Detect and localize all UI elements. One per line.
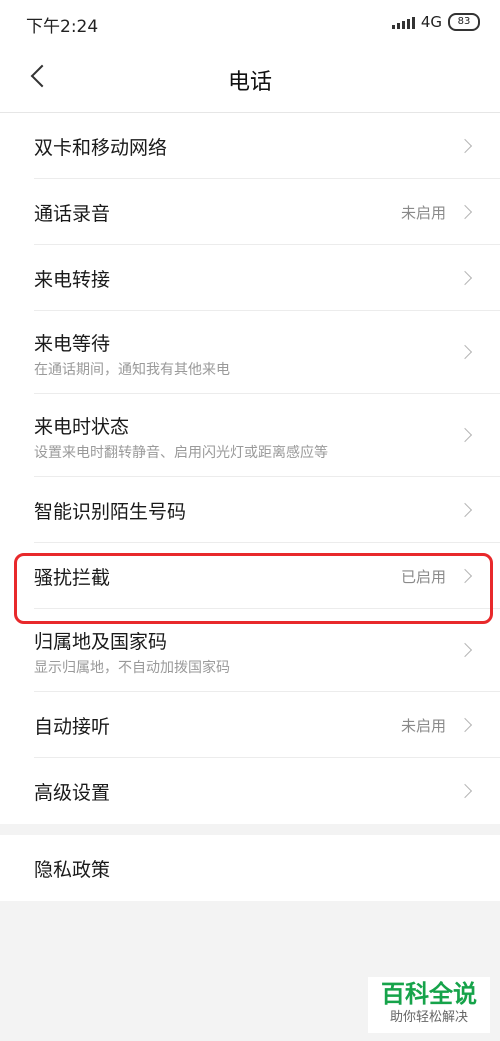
setting-label: 归属地及国家码 [34,631,168,653]
watermark: 百科全说 助你轻松解决 [368,977,490,1033]
setting-call-waiting[interactable]: 来电等待 在通话期间，通知我有其他来电 [0,311,500,394]
setting-call-forwarding[interactable]: 来电转接 [0,245,500,311]
chevron-right-icon [457,717,473,733]
setting-advanced[interactable]: 高级设置 [0,758,500,824]
battery-icon: 83 [448,13,480,31]
setting-call-recording[interactable]: 通话录音 未启用 [0,179,500,245]
chevron-right-icon [457,502,473,518]
privacy-policy-item[interactable]: 隐私政策 [0,835,500,901]
setting-label: 双卡和移动网络 [34,137,168,159]
setting-label: 高级设置 [34,782,111,804]
privacy-policy-label: 隐私政策 [34,859,111,881]
watermark-subtitle: 助你轻松解决 [389,1010,468,1025]
setting-smart-identify[interactable]: 智能识别陌生号码 [0,477,500,543]
setting-auto-answer[interactable]: 自动接听 未启用 [0,692,500,758]
setting-subtitle: 显示归属地，不自动加拨国家码 [34,660,230,676]
network-type: 4G [420,13,442,31]
setting-label: 智能识别陌生号码 [34,501,187,523]
setting-status: 未启用 [400,717,446,735]
settings-list: 双卡和移动网络 通话录音 未启用 来电转接 来电等待 在通话期间，通知我有其他来… [0,113,500,901]
watermark-title: 百科全说 [381,980,477,1008]
setting-label: 来电等待 [34,333,111,355]
status-indicators: 4G 83 [391,12,480,32]
status-bar: 下午2:24 4G 83 [0,0,500,46]
setting-dual-sim[interactable]: 双卡和移动网络 [0,113,500,179]
chevron-right-icon [457,427,473,443]
chevron-right-icon [457,783,473,799]
app-header: 电话 [0,46,500,113]
chevron-right-icon [457,344,473,360]
chevron-right-icon [457,642,473,658]
setting-label: 来电时状态 [34,416,130,438]
setting-incoming-call-state[interactable]: 来电时状态 设置来电时翻转静音、启用闪光灯或距离感应等 [0,394,500,477]
setting-status: 未启用 [400,204,446,222]
setting-label: 来电转接 [34,269,111,291]
section-gap [0,824,500,835]
setting-label: 自动接听 [34,716,111,738]
signal-icon [391,15,415,29]
setting-label: 通话录音 [34,203,111,225]
chevron-right-icon [457,270,473,286]
chevron-right-icon [457,204,473,220]
page-title: 电话 [227,70,272,95]
chevron-right-icon [457,138,473,154]
setting-subtitle: 设置来电时翻转静音、启用闪光灯或距离感应等 [34,445,328,461]
highlight-box [14,553,493,624]
setting-subtitle: 在通话期间，通知我有其他来电 [34,362,230,378]
status-time: 下午2:24 [26,17,99,37]
